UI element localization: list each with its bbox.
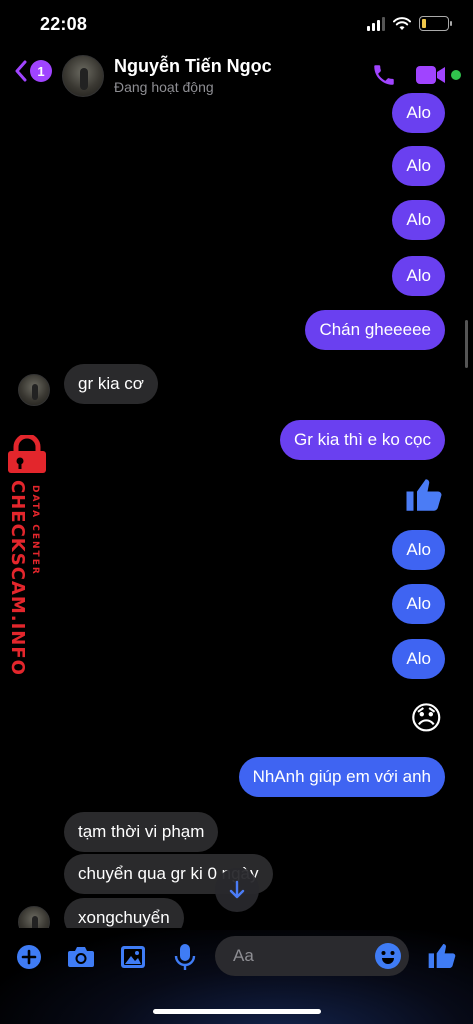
gallery-button[interactable]: [118, 942, 148, 972]
sender-avatar[interactable]: [18, 906, 50, 928]
composer-bar: [0, 930, 473, 1024]
message-bubble-outgoing[interactable]: Gr kia thì e ko cọc: [280, 420, 445, 460]
status-bar: 22:08: [0, 0, 473, 50]
thumbs-up-icon[interactable]: [403, 474, 445, 516]
message-bubble-outgoing[interactable]: Chán gheeeee: [305, 310, 445, 350]
watermark-text: CHECKSCAM.INFO: [7, 480, 28, 676]
video-call-icon[interactable]: [415, 64, 447, 86]
watermark-subtext: DATA CENTER: [30, 485, 40, 576]
message-bubble-outgoing[interactable]: Alo: [392, 256, 445, 296]
signal-icon: [367, 16, 385, 31]
gallery-icon: [121, 946, 145, 968]
microphone-icon: [174, 944, 196, 970]
thumbs-up-icon[interactable]: [426, 940, 458, 972]
message-bubble-incoming[interactable]: tạm thời vi phạm: [64, 812, 219, 852]
message-bubble-outgoing[interactable]: Alo: [392, 93, 445, 133]
header-actions: [371, 62, 461, 88]
message-bubble-outgoing[interactable]: NhAnh giúp em với anh: [238, 757, 445, 797]
message-bubble-incoming[interactable]: xongchuyển: [64, 898, 184, 928]
emoji-message[interactable]: 😞: [410, 700, 443, 736]
message-bubble-outgoing[interactable]: Alo: [392, 584, 445, 624]
online-indicator: [451, 70, 461, 80]
wifi-icon: [393, 16, 411, 30]
add-button[interactable]: [14, 942, 44, 972]
message-bubble-incoming[interactable]: gr kia cơ: [64, 364, 158, 404]
status-time: 22:08: [40, 14, 88, 34]
message-bubble-outgoing[interactable]: Alo: [392, 200, 445, 240]
contact-name[interactable]: Nguyễn Tiến Ngọc: [114, 56, 272, 77]
arrow-down-icon: [229, 880, 245, 899]
unread-badge: 1: [30, 60, 52, 82]
chevron-left-icon: [15, 60, 27, 82]
microphone-button[interactable]: [170, 942, 200, 972]
lock-icon: [8, 435, 46, 473]
battery-icon: [419, 16, 452, 31]
camera-icon: [68, 947, 94, 967]
message-bubble-outgoing[interactable]: Alo: [392, 530, 445, 570]
message-bubble-outgoing[interactable]: Alo: [392, 639, 445, 679]
emoji-icon[interactable]: [374, 942, 402, 970]
composer-actions: [14, 942, 200, 972]
watermark: CHECKSCAM.INFO DATA CENTER: [2, 435, 52, 676]
add-icon: [17, 945, 41, 969]
sender-avatar[interactable]: [18, 374, 50, 406]
message-list[interactable]: Alo Alo Alo Alo Chán gheeeee gr kia cơ G…: [0, 88, 473, 928]
back-button[interactable]: 1: [14, 60, 52, 82]
scrollbar[interactable]: [465, 320, 468, 368]
camera-button[interactable]: [66, 942, 96, 972]
status-icons: [367, 16, 452, 31]
home-indicator[interactable]: [153, 1009, 321, 1014]
scroll-down-button[interactable]: [215, 868, 259, 912]
phone-icon[interactable]: [371, 62, 397, 88]
message-bubble-outgoing[interactable]: Alo: [392, 146, 445, 186]
